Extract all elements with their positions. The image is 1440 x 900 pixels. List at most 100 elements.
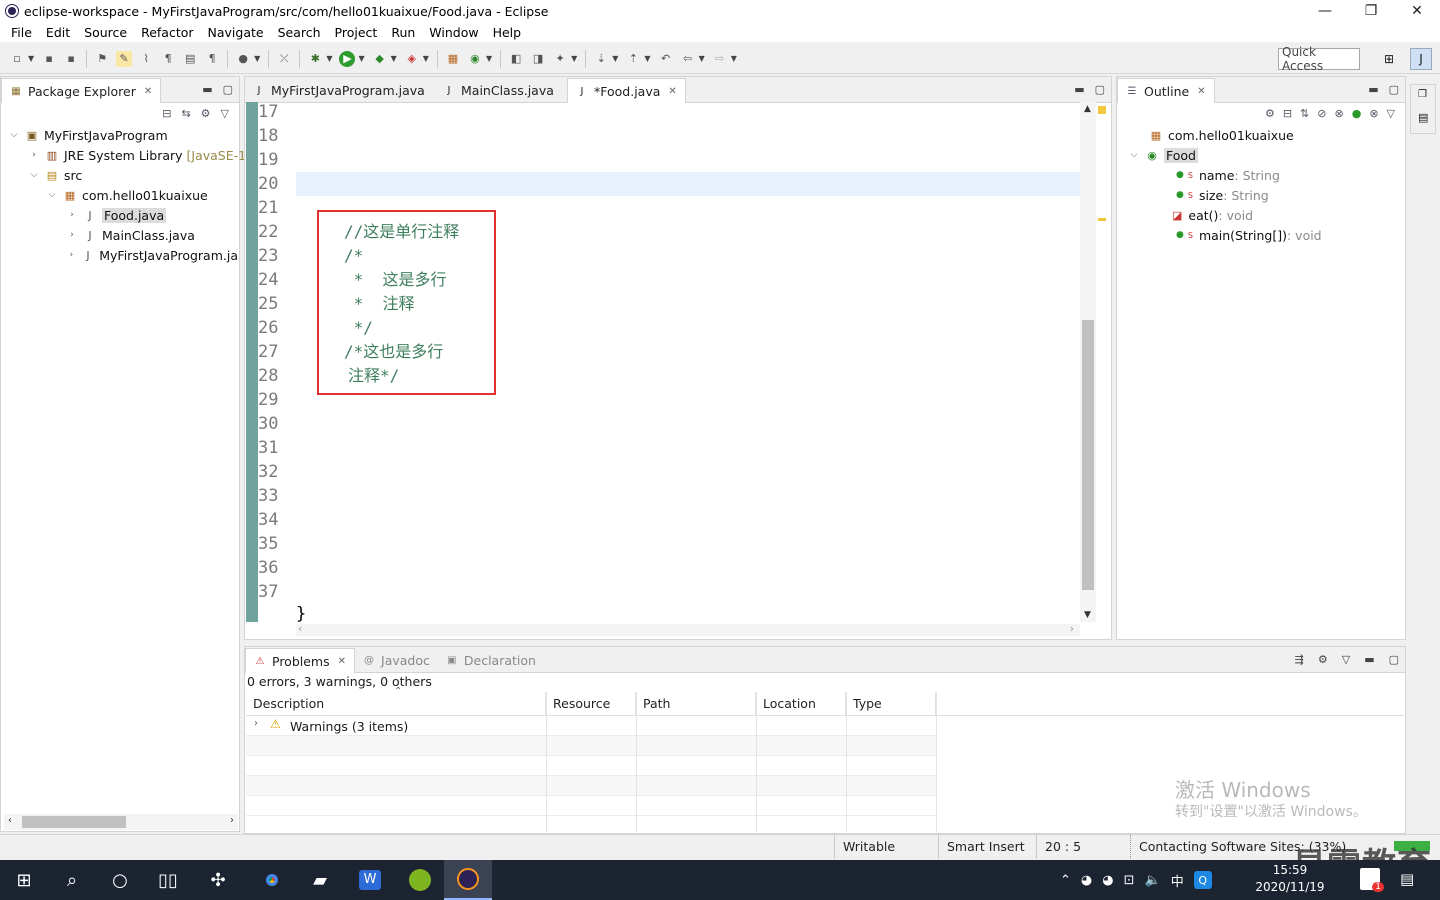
tab-mainclass[interactable]: J MainClass.java — [435, 78, 567, 102]
hide-fields-icon[interactable]: ⊘ — [1317, 107, 1326, 120]
tab-food[interactable]: J *Food.java ✕ — [567, 78, 686, 103]
tree-package[interactable]: ⌵ ▦ com.hello01kuaixue — [46, 185, 208, 205]
chevron-right-icon[interactable]: › — [66, 230, 78, 240]
next-annotation-icon[interactable]: ⇣ — [593, 51, 609, 67]
close-button[interactable]: ✕ — [1394, 0, 1440, 22]
close-icon[interactable]: ✕ — [144, 86, 152, 97]
occurrence-marker[interactable] — [1098, 218, 1106, 221]
save-all-icon[interactable]: ▪ — [63, 51, 79, 67]
debug-icon[interactable]: ✱ — [307, 51, 323, 67]
view-menu-icon[interactable]: ▽ — [1387, 107, 1395, 120]
minimize-view-icon[interactable]: ▬ — [202, 83, 212, 96]
restore-icon[interactable]: ❐ — [1418, 89, 1427, 100]
column-type[interactable]: Type — [846, 692, 936, 716]
outline-method-main[interactable]: ● S main(String[]) : void — [1176, 225, 1322, 245]
warning-overview-icon[interactable] — [1098, 106, 1106, 114]
search-icon[interactable]: ✦ — [552, 51, 568, 67]
show-hidden-icons-icon[interactable]: ⌃ — [1060, 873, 1071, 888]
java-perspective-icon[interactable]: J — [1410, 48, 1432, 70]
new-icon[interactable]: ▫ — [9, 51, 25, 67]
chevron-down-icon[interactable]: ⌵ — [1128, 150, 1140, 160]
link-editor-icon[interactable]: ⇆ — [181, 107, 190, 120]
paragraph-icon[interactable]: ¶ — [204, 51, 220, 67]
outline-class[interactable]: ⌵ ◉ Food — [1128, 145, 1198, 165]
hide-nonpublic-icon[interactable]: ● — [1352, 107, 1362, 120]
editor-vertical-scrollbar[interactable]: ▲ ▼ — [1080, 102, 1096, 622]
qq-icon[interactable]: ◕ — [1102, 873, 1113, 888]
toggle-breadcrumb-icon[interactable]: ⚑ — [94, 51, 110, 67]
pinwheel-app-icon[interactable]: ✣ — [194, 860, 242, 900]
tab-package-explorer[interactable]: ▦ Package Explorer ✕ — [1, 78, 162, 103]
notepad-app-icon[interactable]: ▰ — [296, 860, 344, 900]
tree-src-folder[interactable]: ⌵ ▤ src — [28, 165, 83, 185]
open-perspective-icon[interactable]: ⊞ — [1378, 48, 1400, 70]
maximize-view-icon[interactable]: ▢ — [223, 83, 233, 96]
tab-javadoc[interactable]: @ Javadoc — [355, 648, 438, 672]
tab-outline[interactable]: ☰ Outline ✕ — [1117, 78, 1215, 103]
notification-center-icon[interactable]: ▤ — [1400, 870, 1420, 890]
chevron-right-icon[interactable]: › — [254, 718, 258, 729]
filters-icon[interactable]: ⚙ — [1318, 653, 1328, 666]
open-type-icon[interactable]: ◧ — [508, 51, 524, 67]
hide-local-types-icon[interactable]: ⊗ — [1369, 107, 1378, 120]
chevron-right-icon[interactable]: › — [28, 150, 40, 160]
chevron-down-icon[interactable]: ⌵ — [8, 130, 20, 140]
watermelon-app-icon[interactable] — [396, 860, 444, 900]
close-icon[interactable]: ✕ — [1197, 86, 1205, 97]
volume-icon[interactable]: 🔈 — [1145, 873, 1161, 888]
focus-icon[interactable]: ⇶ — [1295, 653, 1304, 666]
menu-edit[interactable]: Edit — [39, 25, 77, 40]
external-tools-icon[interactable]: ◈ — [404, 51, 420, 67]
outline-method-eat[interactable]: ◪ eat() : void — [1172, 205, 1253, 225]
mark-occurrences-icon[interactable]: ✎ — [116, 50, 133, 67]
block-selection-icon[interactable]: ⌇ — [138, 51, 154, 67]
menu-project[interactable]: Project — [328, 25, 385, 40]
column-location[interactable]: Location — [756, 692, 846, 716]
new-package-icon[interactable]: ▦ — [445, 51, 461, 67]
wps-writer-icon[interactable]: W — [346, 860, 394, 900]
run-icon[interactable]: ▶ — [339, 50, 356, 67]
new-dropdown-icon[interactable]: ▼ — [28, 54, 34, 63]
coverage-icon[interactable]: ◆ — [372, 51, 388, 67]
menu-search[interactable]: Search — [271, 25, 328, 40]
tab-myfirstjavaprogram[interactable]: J MyFirstJavaProgram.java — [245, 78, 435, 102]
quick-access-input[interactable]: Quick Access — [1278, 45, 1360, 73]
outline-field-size[interactable]: ● S size : String — [1176, 185, 1269, 205]
network-icon[interactable]: ⊡ — [1124, 873, 1135, 888]
sort-icon[interactable]: ⇅ — [1300, 107, 1309, 120]
chrome-icon[interactable] — [248, 860, 296, 900]
task-view-icon[interactable]: ▯▯ — [144, 860, 192, 900]
ime-indicator[interactable]: 中 — [1171, 871, 1184, 890]
show-whitespace-icon[interactable]: ¶ — [160, 51, 176, 67]
minimize-view-icon[interactable]: ▬ — [1368, 83, 1378, 96]
eclipse-taskbar-icon[interactable] — [444, 860, 492, 900]
forward-icon[interactable]: ⇨ — [712, 51, 728, 67]
explorer-horizontal-scrollbar[interactable]: ‹ › — [4, 814, 238, 830]
word-wrap-icon[interactable]: ▤ — [182, 51, 198, 67]
chevron-down-icon[interactable]: ⌵ — [28, 170, 40, 180]
open-task-icon[interactable]: ◨ — [530, 51, 546, 67]
close-icon[interactable]: ✕ — [338, 656, 346, 667]
menu-file[interactable]: File — [4, 25, 39, 40]
profile-icon[interactable]: ● — [235, 51, 251, 67]
editor-horizontal-scrollbar[interactable]: ‹ › — [296, 622, 1080, 636]
search-icon[interactable]: ⌕ — [48, 860, 96, 900]
menu-refactor[interactable]: Refactor — [134, 25, 200, 40]
menu-navigate[interactable]: Navigate — [201, 25, 271, 40]
cortana-icon[interactable]: ○ — [96, 860, 144, 900]
tab-declaration[interactable]: ▣ Declaration — [438, 648, 544, 672]
table-row[interactable]: › ⚠ Warnings (3 items) — [246, 716, 936, 736]
menu-source[interactable]: Source — [77, 25, 134, 40]
back-icon[interactable]: ⇦ — [680, 51, 696, 67]
chevron-down-icon[interactable]: ⌵ — [46, 190, 58, 200]
taskbar-clock[interactable]: 15:59 2020/11/19 — [1250, 862, 1330, 896]
minimize-button[interactable]: — — [1302, 0, 1348, 22]
last-edit-icon[interactable]: ↶ — [658, 51, 674, 67]
task-list-icon[interactable]: ▤ — [1418, 111, 1428, 124]
tree-file-food[interactable]: › J Food.java — [66, 205, 167, 225]
start-button[interactable]: ⊞ — [0, 860, 48, 900]
tree-jre-library[interactable]: › ▥ JRE System Library [JavaSE-1. — [28, 145, 250, 165]
qq-icon[interactable]: ◕ — [1081, 873, 1092, 888]
app-tray-icon[interactable]: 1 — [1360, 868, 1384, 892]
menu-window[interactable]: Window — [422, 25, 485, 40]
